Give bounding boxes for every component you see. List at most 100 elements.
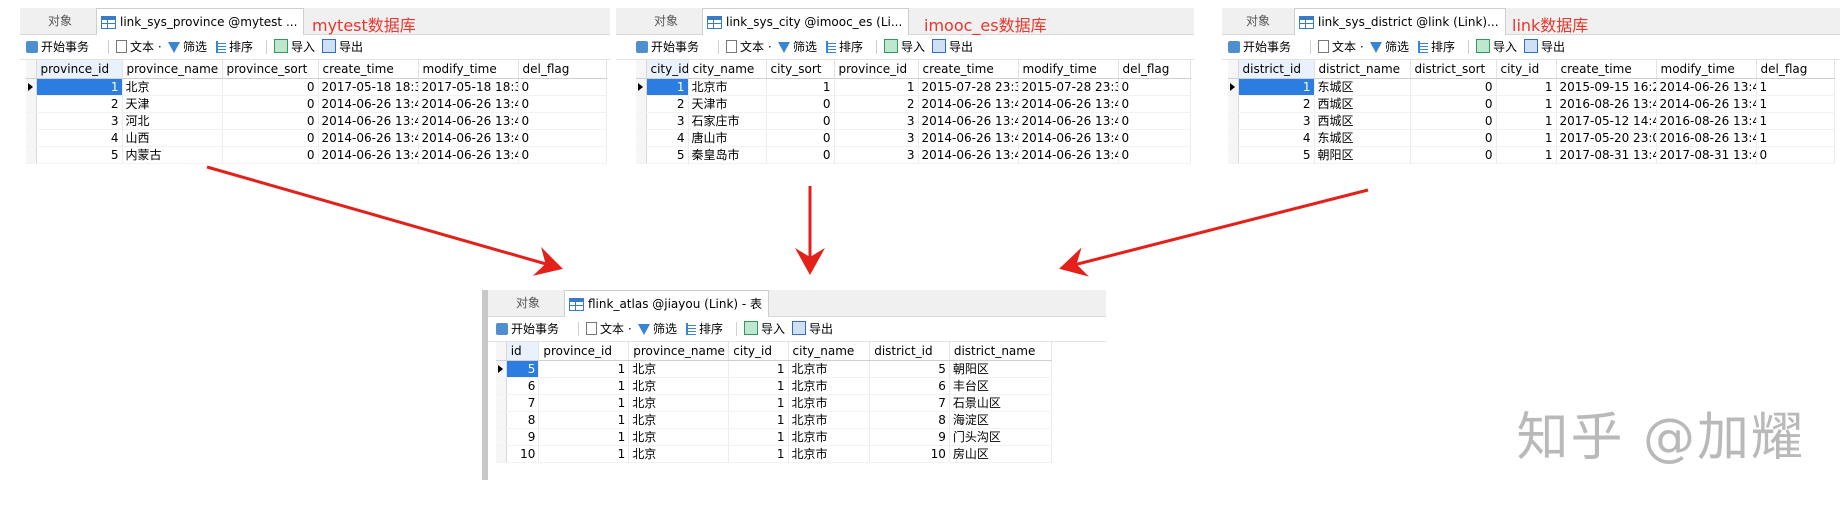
table-cell[interactable]: 1 [538, 428, 630, 446]
table-cell[interactable]: 2017-08-31 13:4 [1656, 146, 1757, 164]
table-row[interactable]: 4 东城区 0 1 2017-05-20 23:0 2016-08-26 13:… [1228, 129, 1835, 147]
export-button[interactable]: 导出 [1524, 39, 1565, 55]
table-cell[interactable]: 0 [518, 78, 607, 96]
column-header[interactable]: id [506, 342, 540, 361]
column-header[interactable]: province_sort [222, 60, 319, 79]
table-cell[interactable]: 石家庄市 [688, 112, 767, 130]
table-cell[interactable]: 丰台区 [949, 377, 1053, 395]
column-header[interactable]: modify_time [418, 60, 519, 79]
column-header[interactable]: district_sort [1410, 60, 1497, 79]
table-cell[interactable]: 2014-06-26 13:4 [918, 146, 1019, 164]
table-cell[interactable]: 2015-09-15 16:2 [1556, 78, 1657, 96]
table-cell[interactable]: 0 [1118, 146, 1191, 164]
table-cell[interactable]: 3 [36, 112, 123, 130]
table-cell[interactable]: 唐山市 [688, 129, 767, 147]
table-cell[interactable]: 0 [1118, 129, 1191, 147]
table-cell[interactable]: 1 [766, 78, 835, 96]
column-header[interactable]: district_id [1238, 60, 1315, 79]
table-cell[interactable]: 4 [646, 129, 689, 147]
sort-button[interactable]: 排序 [216, 39, 253, 55]
column-header[interactable]: modify_time [1018, 60, 1119, 79]
column-header[interactable]: province_id [834, 60, 919, 79]
table-cell[interactable]: 4 [1238, 129, 1315, 147]
column-header[interactable]: create_time [318, 60, 419, 79]
table-cell[interactable]: 1 [538, 445, 630, 463]
table-cell[interactable]: 2 [646, 95, 689, 113]
table-cell[interactable]: 10 [506, 445, 540, 463]
table-cell[interactable]: 2014-06-26 13:4 [918, 95, 1019, 113]
table-cell[interactable]: 1 [1496, 95, 1557, 113]
table-row[interactable]: 3 石家庄市 0 3 2014-06-26 13:4 2014-06-26 13… [636, 112, 1191, 130]
table-row[interactable]: 2 天津 0 2014-06-26 13:4 2014-06-26 13:4 0 [26, 95, 607, 113]
table-row[interactable]: 5 朝阳区 0 1 2017-08-31 13:4 2017-08-31 13:… [1228, 146, 1835, 164]
table-cell[interactable]: 1 [728, 377, 789, 395]
table-row[interactable]: 2 天津市 0 2 2014-06-26 13:4 2014-06-26 13:… [636, 95, 1191, 113]
table-cell[interactable]: 10 [869, 445, 950, 463]
filter-button[interactable]: 筛选 [168, 39, 207, 55]
sort-button[interactable]: 排序 [826, 39, 863, 55]
table-cell[interactable]: 0 [518, 129, 607, 147]
table-cell[interactable]: 2014-06-26 13:4 [918, 129, 1019, 147]
table-cell[interactable]: 房山区 [949, 445, 1053, 463]
table-cell[interactable]: 3 [646, 112, 689, 130]
table-row[interactable]: 2 西城区 0 1 2016-08-26 13:4 2014-06-26 13:… [1228, 95, 1835, 113]
import-button[interactable]: 导入 [1476, 39, 1517, 55]
column-header[interactable]: city_sort [766, 60, 835, 79]
table-cell[interactable]: 2014-06-26 13:4 [1656, 95, 1757, 113]
table-cell[interactable]: 1 [1496, 129, 1557, 147]
table-cell[interactable]: 1 [1756, 95, 1835, 113]
table-cell[interactable]: 2 [834, 95, 919, 113]
table-cell[interactable]: 2017-05-20 23:0 [1556, 129, 1657, 147]
table-row[interactable]: 9 1 北京 1 北京市 9 门头沟区 [496, 428, 1053, 446]
table-cell[interactable]: 0 [1410, 112, 1497, 130]
table-cell[interactable]: 东城区 [1314, 129, 1411, 147]
table-cell[interactable]: 2016-08-26 13:4 [1656, 129, 1757, 147]
tab-table[interactable]: flink_atlas @jiayou (Link) - 表 [564, 290, 770, 317]
table-cell[interactable]: 东城区 [1314, 78, 1411, 96]
column-header[interactable]: city_id [1496, 60, 1557, 79]
column-header[interactable]: create_time [1556, 60, 1657, 79]
table-cell[interactable]: 1 [834, 78, 919, 96]
table-row[interactable]: 4 山西 0 2014-06-26 13:4 2014-06-26 13:4 0 [26, 129, 607, 147]
table-cell[interactable]: 2016-08-26 13:4 [1556, 95, 1657, 113]
table-cell[interactable]: 0 [222, 95, 319, 113]
table-cell[interactable]: 1 [538, 411, 630, 429]
table-cell[interactable]: 秦皇岛市 [688, 146, 767, 164]
table-cell[interactable]: 2014-06-26 13:4 [318, 112, 419, 130]
table-cell[interactable]: 0 [766, 95, 835, 113]
column-header[interactable]: del_flag [1118, 60, 1191, 79]
table-cell[interactable]: 3 [834, 112, 919, 130]
table-cell[interactable]: 2014-06-26 13:4 [1018, 95, 1119, 113]
table-cell[interactable]: 北京 [628, 377, 730, 395]
table-cell[interactable]: 7 [506, 394, 540, 412]
column-header[interactable]: modify_time [1656, 60, 1757, 79]
table-cell[interactable]: 2014-06-26 13:4 [1018, 129, 1119, 147]
tab-table[interactable]: link_sys_city @imooc_es (Li... [702, 8, 910, 35]
table-cell[interactable]: 1 [538, 394, 630, 412]
export-button[interactable]: 导出 [792, 321, 833, 337]
table-cell[interactable]: 2014-06-26 13:4 [918, 112, 1019, 130]
table-cell[interactable]: 北京 [628, 411, 730, 429]
sort-button[interactable]: 排序 [686, 321, 723, 337]
table-cell[interactable]: 西城区 [1314, 112, 1411, 130]
table-cell[interactable]: 6 [506, 377, 540, 395]
table-cell[interactable]: 1 [728, 428, 789, 446]
column-header[interactable]: province_id [538, 342, 630, 361]
table-row[interactable]: 1 北京市 1 1 2015-07-28 23:3 2015-07-28 23:… [636, 78, 1191, 96]
table-row[interactable]: 3 西城区 0 1 2017-05-12 14:4 2016-08-26 13:… [1228, 112, 1835, 130]
table-cell[interactable]: 2017-05-18 18:3( [318, 78, 419, 96]
table-row[interactable]: 10 1 北京 1 北京市 10 房山区 [496, 445, 1053, 463]
table-row[interactable]: 5 1 北京 1 北京市 5 朝阳区 [496, 360, 1053, 378]
text-button[interactable]: 文本 · [1318, 39, 1364, 55]
table-cell[interactable]: 1 [1756, 78, 1835, 96]
table-row[interactable]: 1 东城区 0 1 2015-09-15 16:2 2014-06-26 13:… [1228, 78, 1835, 96]
table-cell[interactable]: 2014-06-26 13:4 [418, 112, 519, 130]
column-header[interactable]: province_name [122, 60, 223, 79]
table-cell[interactable]: 2014-06-26 13:4 [418, 129, 519, 147]
column-header[interactable]: district_id [869, 342, 950, 361]
table-cell[interactable]: 2014-06-26 13:4 [318, 129, 419, 147]
table-row[interactable]: 1 北京 0 2017-05-18 18:3( 2017-05-18 18:3(… [26, 78, 607, 96]
table-cell[interactable]: 5 [36, 146, 123, 164]
table-cell[interactable]: 2016-08-26 13:4 [1656, 112, 1757, 130]
import-button[interactable]: 导入 [884, 39, 925, 55]
